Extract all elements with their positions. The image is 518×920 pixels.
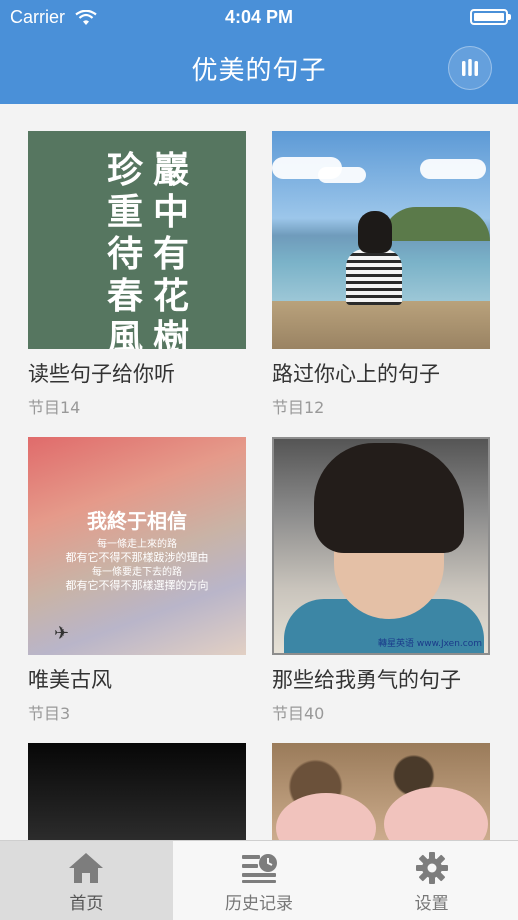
calligraphy-column: 巖中有花樹	[150, 149, 192, 349]
nav-bar: 优美的句子	[0, 34, 518, 104]
program-card[interactable]: 轉星英语 www.Jxen.com 那些给我勇气的句子 节目40	[272, 437, 490, 724]
program-thumbnail: 轉星英语 www.Jxen.com	[272, 437, 490, 655]
battery-icon	[470, 9, 511, 25]
program-title: 唯美古风	[28, 668, 112, 692]
status-bar: Carrier 4:04 PM	[0, 0, 518, 34]
program-title: 路过你心上的句子	[272, 362, 440, 386]
image-text-line: 每一條要走下去的路	[92, 567, 182, 578]
calligraphy-char: 花	[152, 275, 189, 317]
program-card[interactable]: 路过你心上的句子 节目12	[272, 131, 490, 418]
program-title: 读些句子给你听	[28, 362, 175, 386]
program-count: 节目40	[272, 704, 325, 723]
calligraphy-char: 春	[106, 275, 143, 317]
program-grid: 巖中有花樹 珍重待春風 读些句子给你听 节目14 路过你心上的句子 节目12 我…	[0, 104, 518, 840]
program-count: 节目14	[28, 398, 81, 417]
person-hair-shape	[314, 443, 464, 553]
menu-button[interactable]	[448, 46, 492, 90]
tab-label: 设置	[414, 894, 449, 914]
program-card[interactable]: 我終于相信 每一條走上來的路 都有它不得不那樣跋涉的理由 每一條要走下去的路 都…	[28, 437, 246, 724]
pier-shape	[272, 301, 490, 349]
gear-icon	[415, 852, 448, 884]
airplane-icon: ✈	[54, 623, 70, 644]
program-card[interactable]	[28, 743, 246, 840]
tab-label: 首页	[69, 894, 104, 914]
image-watermark: 轉星英语 www.Jxen.com	[377, 639, 482, 649]
calligraphy-char: 巖	[152, 149, 189, 191]
calligraphy-char: 風	[106, 317, 143, 349]
tab-settings[interactable]: 设置	[345, 841, 518, 920]
calligraphy-char: 樹	[152, 317, 189, 349]
history-icon	[242, 854, 277, 883]
program-title: 那些给我勇气的句子	[272, 668, 461, 692]
tab-label: 历史记录	[225, 894, 293, 914]
calligraphy-column: 珍重待春風	[104, 149, 146, 349]
program-thumbnail	[272, 131, 490, 349]
program-count: 节目3	[28, 704, 71, 723]
calligraphy-char: 珍	[106, 149, 143, 191]
page-title: 优美的句子	[191, 56, 327, 86]
image-heading: 我終于相信	[87, 509, 187, 533]
hill-shape	[382, 207, 490, 241]
program-thumbnail	[28, 743, 246, 840]
home-icon	[69, 853, 104, 883]
status-time: 4:04 PM	[224, 7, 294, 27]
calligraphy-char: 有	[152, 233, 189, 275]
pig-shape	[276, 793, 376, 840]
person-shape	[346, 249, 402, 305]
tab-home[interactable]: 首页	[0, 841, 173, 920]
program-card[interactable]	[272, 743, 490, 840]
image-text-line: 都有它不得不那樣選擇的方向	[65, 579, 209, 592]
program-thumbnail: 我終于相信 每一條走上來的路 都有它不得不那樣跋涉的理由 每一條要走下去的路 都…	[28, 437, 246, 655]
program-thumbnail	[272, 743, 490, 840]
program-card[interactable]: 巖中有花樹 珍重待春風 读些句子给你听 节目14	[28, 131, 246, 418]
image-text-line: 每一條走上來的路	[97, 539, 177, 550]
calligraphy-char: 待	[106, 233, 143, 275]
top-bar: Carrier 4:04 PM 优美的句子	[0, 0, 518, 104]
bars-icon	[462, 59, 478, 76]
calligraphy-char: 重	[106, 191, 143, 233]
pig-shape	[384, 787, 488, 840]
program-thumbnail: 巖中有花樹 珍重待春風	[28, 131, 246, 349]
cloud-shape	[318, 167, 366, 183]
program-count: 节目12	[272, 398, 325, 417]
calligraphy-char: 中	[152, 191, 189, 233]
tab-history[interactable]: 历史记录	[173, 841, 346, 920]
cloud-shape	[420, 159, 486, 179]
person-head-shape	[358, 211, 392, 253]
tab-bar: 首页 历史记录 设置	[0, 840, 518, 920]
